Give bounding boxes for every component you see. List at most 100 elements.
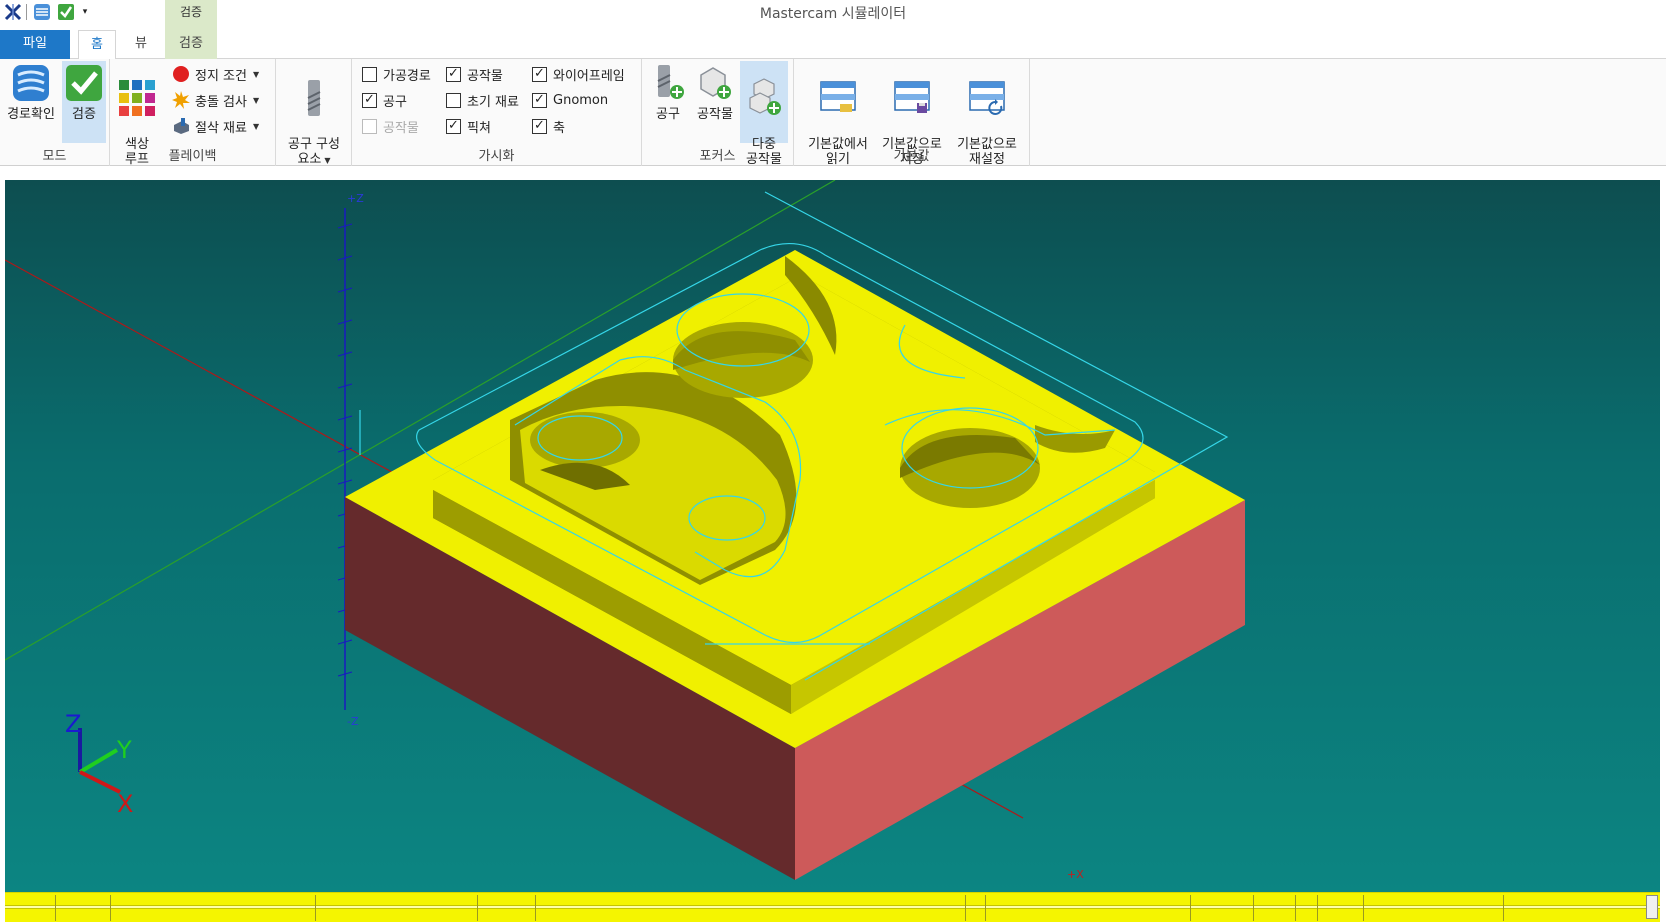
stop-conditions-label: 정지 조건 — [195, 68, 247, 84]
color-grid-icon — [119, 80, 155, 116]
chevron-down-icon: ▼ — [252, 95, 260, 105]
toggle-tool[interactable]: 공구 — [362, 89, 407, 111]
title-bar: ▾ 검증 Mastercam 시뮬레이터 — [0, 0, 1666, 28]
backplot-label: 경로확인 — [7, 107, 55, 122]
chevron-down-icon: ▼ — [324, 156, 331, 165]
simulation-viewport[interactable]: +Z -Z +X Z Y X — [5, 180, 1660, 892]
timeline-segment — [1295, 895, 1296, 921]
focus-workpiece-icon — [700, 67, 731, 99]
wireframe-checkbox[interactable] — [532, 66, 547, 82]
workpiece-disabled-checkbox — [362, 118, 377, 134]
chevron-down-icon: ▼ — [252, 121, 260, 131]
focus-multi-workpiece-button[interactable]: 다중 공작물 — [740, 61, 788, 167]
stop-conditions-button[interactable]: 정지 조건 ▼ — [172, 63, 259, 85]
toggle-toolpath[interactable]: 가공경로 — [362, 63, 431, 85]
timeline-segment — [1190, 895, 1191, 921]
mastercam-app-icon[interactable] — [2, 1, 24, 23]
end-mill-icon — [307, 80, 321, 116]
backplot-quick-icon[interactable] — [31, 1, 53, 23]
gnomon-checkbox[interactable] — [532, 92, 547, 108]
gnomon-label: Gnomon — [553, 92, 609, 108]
cut-stock-button[interactable]: 절삭 재료 ▼ — [172, 115, 259, 137]
toggle-fixture[interactable]: 픽쳐 — [446, 115, 491, 137]
timeline-track[interactable] — [5, 905, 1660, 909]
scene-canvas: +Z -Z +X Z Y X — [5, 180, 1245, 881]
group-label-mode: 모드 — [42, 149, 67, 164]
window-title: Mastercam 시뮬레이터 — [759, 6, 907, 22]
group-visibility: 가공경로 공구 공작물 공작물 초기 재료 픽쳐 와이어프레임 Gnomon 축… — [352, 59, 642, 166]
group-label-visibility: 가시화 — [478, 149, 515, 164]
group-label-playback: 플레이백 — [168, 149, 217, 164]
fixture-label: 픽쳐 — [467, 120, 491, 136]
gnomon-x-axis — [79, 770, 121, 794]
verify-icon — [66, 65, 102, 101]
qat-separator — [26, 4, 27, 20]
toggle-gnomon[interactable]: Gnomon — [532, 89, 608, 111]
cut-stock-icon — [174, 118, 189, 134]
group-mode: 경로확인 검증 모드 — [0, 59, 110, 166]
load-defaults-icon — [820, 81, 856, 112]
timeline-slider-handle[interactable] — [1646, 895, 1658, 919]
tool-checkbox[interactable] — [362, 92, 377, 108]
verify-button[interactable]: 검증 — [62, 61, 106, 143]
axis-label-plus-z: +Z — [347, 192, 364, 205]
timeline-segment — [965, 895, 966, 921]
fixture-checkbox[interactable] — [446, 118, 461, 134]
timeline-segment — [55, 895, 56, 921]
toggle-wireframe[interactable]: 와이어프레임 — [532, 63, 625, 85]
focus-workpiece-button[interactable]: 공작물 — [692, 61, 738, 143]
cut-stock-label: 절삭 재료 — [195, 120, 247, 136]
stop-sign-icon — [173, 66, 189, 82]
toggle-axes[interactable]: 축 — [532, 115, 565, 137]
verify-quick-icon[interactable] — [55, 1, 77, 23]
backplot-icon — [13, 65, 49, 101]
tool-components-button[interactable]: 공구 구성 요소 ▼ — [280, 61, 348, 167]
chevron-down-icon: ▼ — [252, 69, 260, 79]
timeline-segment — [315, 895, 316, 921]
ribbon-tabs: 파일 홈 뷰 검증 — [0, 28, 1666, 60]
group-label-focus: 포커스 — [699, 149, 736, 164]
workpiece-label: 공작물 — [467, 68, 503, 84]
save-defaults-icon — [894, 81, 930, 113]
focus-tool-label: 공구 — [656, 107, 680, 122]
save-defaults-button[interactable]: 기본값으로 저장 — [876, 61, 948, 167]
group-label-defaults: 기본값 — [893, 149, 930, 164]
initial-stock-label: 초기 재료 — [467, 94, 519, 110]
reset-defaults-button[interactable]: 기본값으로 재설정 — [950, 61, 1024, 167]
stock-block — [345, 250, 1245, 880]
timeline-segment — [1503, 895, 1504, 921]
group-focus: 공구 공작물 다중 공작물 포커스 — [642, 59, 794, 167]
workpiece-disabled-label: 공작물 — [383, 120, 419, 136]
focus-tool-icon — [657, 65, 684, 99]
axes-checkbox[interactable] — [532, 118, 547, 134]
playback-timeline[interactable] — [5, 892, 1660, 922]
workpiece-checkbox[interactable] — [446, 66, 461, 82]
ribbon: 경로확인 검증 모드 색상 루프 정지 조건 ▼ 충돌 검사 ▼ 절삭 재료 ▼… — [0, 59, 1666, 167]
collision-check-button[interactable]: 충돌 검사 ▼ — [172, 89, 259, 111]
tab-file[interactable]: 파일 — [0, 30, 70, 59]
tab-verify[interactable]: 검증 — [165, 28, 217, 59]
load-defaults-button[interactable]: 기본값에서 읽기 — [802, 61, 874, 167]
gnomon-label-x: X — [117, 790, 133, 818]
collision-check-label: 충돌 검사 — [195, 94, 247, 110]
timeline-segment — [985, 895, 986, 921]
timeline-segment — [477, 895, 478, 921]
toggle-workpiece[interactable]: 공작물 — [446, 63, 503, 85]
qat-customize-icon[interactable]: ▾ — [79, 1, 91, 23]
toggle-initial-stock[interactable]: 초기 재료 — [446, 89, 519, 111]
backplot-button[interactable]: 경로확인 — [2, 61, 60, 143]
color-loop-button[interactable]: 색상 루프 — [116, 61, 158, 167]
focus-workpiece-label: 공작물 — [697, 107, 733, 122]
multi-workpiece-icon — [749, 78, 781, 115]
toolpath-checkbox[interactable] — [362, 66, 377, 82]
focus-tool-button[interactable]: 공구 — [646, 61, 690, 143]
gnomon-label-y: Y — [116, 736, 132, 764]
axis-label-minus-z: -Z — [347, 715, 359, 728]
reset-defaults-icon — [969, 81, 1005, 115]
timeline-segment — [1317, 895, 1318, 921]
tab-view[interactable]: 뷰 — [122, 30, 160, 59]
collision-burst-icon — [172, 91, 190, 109]
timeline-segment — [110, 895, 111, 921]
initial-stock-checkbox[interactable] — [446, 92, 461, 108]
tab-home[interactable]: 홈 — [78, 30, 116, 60]
